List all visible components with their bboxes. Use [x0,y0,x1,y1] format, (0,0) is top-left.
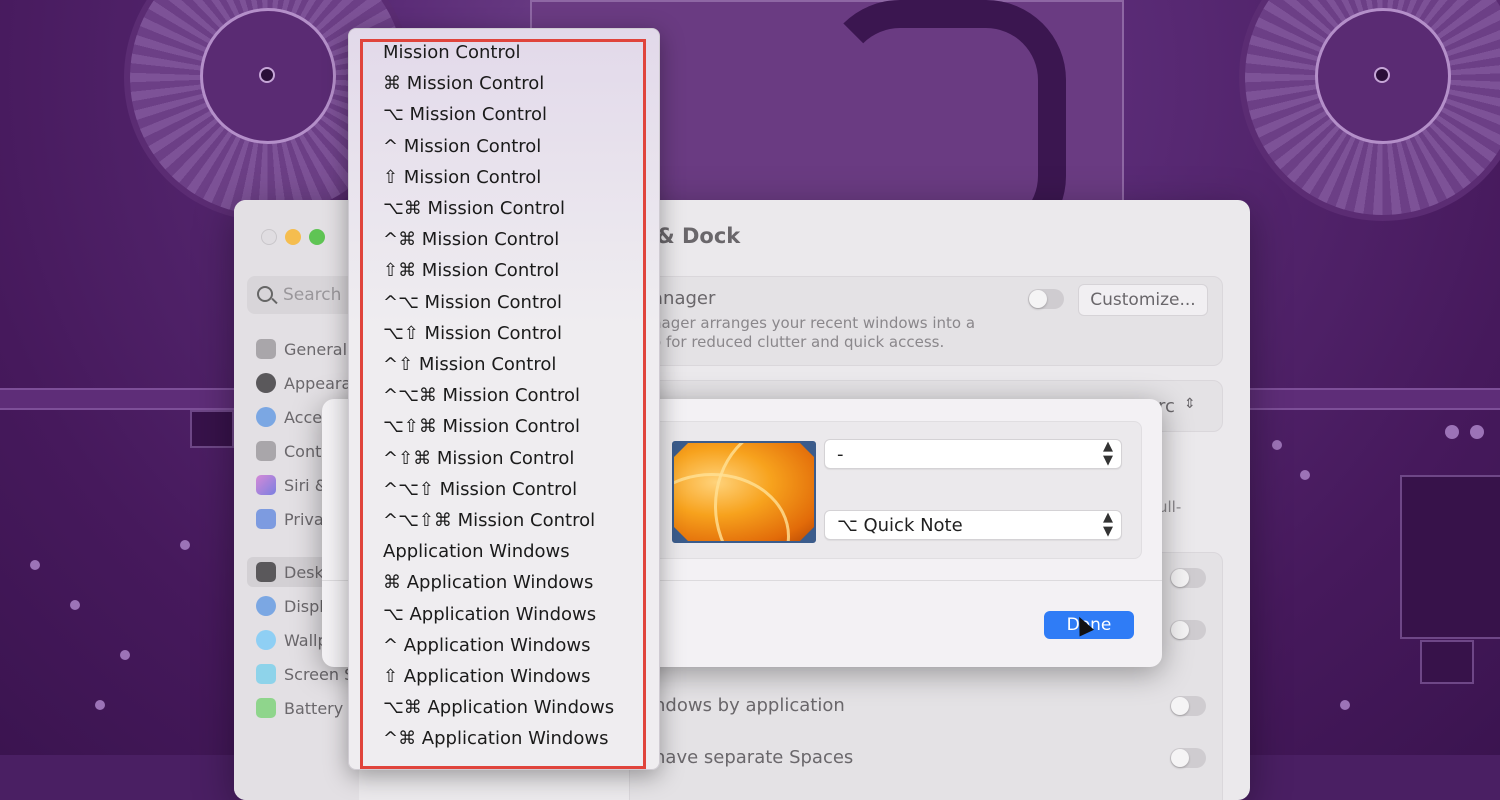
sidebar-item-label: Screen S [284,664,355,684]
stage-manager-description: o for reduced clutter and quick access. [652,333,945,351]
corner-marker-bottom-left [674,527,688,541]
sidebar-item-wallpaper[interactable]: Wallp [256,625,328,655]
sidebar-item-privacy[interactable]: Priva [256,504,324,534]
board-dot [70,600,80,610]
menu-item[interactable]: ⌥⌘ Mission Control [383,195,565,223]
menu-item[interactable]: ⌘ Mission Control [383,70,544,98]
board-dot [120,650,130,660]
stage-manager-description: nager arranges your recent windows into … [652,314,976,332]
menu-item[interactable]: ^⌥⌘ Mission Control [383,382,580,410]
menu-item[interactable]: ⌥⇧⌘ Mission Control [383,413,580,441]
control-centre-icon [256,441,276,461]
board-dot [95,700,105,710]
menu-item[interactable]: ⌥⌘ Application Windows [383,694,614,722]
group-windows-toggle[interactable] [1170,696,1206,716]
sidebar-item-label: Acce [284,407,323,427]
chip-graphic [1420,640,1474,684]
screen-saver-icon [256,664,276,684]
search-field[interactable]: Search [247,276,357,314]
board-dot [1272,440,1282,450]
siri-icon [256,475,276,495]
select-value: - [837,444,844,465]
menu-item[interactable]: Application Windows [383,538,570,566]
close-window-button[interactable] [261,229,277,245]
gear-icon [256,339,276,359]
menu-item[interactable]: ⌥⇧ Mission Control [383,320,562,348]
menu-item[interactable]: ^⌘ Mission Control [383,226,559,254]
menu-item[interactable]: ⌥ Application Windows [383,601,596,629]
sidebar-item-label: Priva [284,509,324,529]
battery-icon [256,698,276,718]
customize-button[interactable]: Customize... [1078,284,1208,316]
corner-marker-top-left [674,443,688,457]
hot-corner-action-menu: Mission Control ⌘ Mission Control ⌥ Missio… [348,28,660,770]
menu-item[interactable]: Mission Control [383,39,521,67]
menu-item[interactable]: ^ Mission Control [383,133,541,161]
group-windows-label: ndows by application [654,695,845,716]
menu-item[interactable]: ^⇧ Mission Control [383,351,556,379]
separate-spaces-label: have separate Spaces [654,747,854,768]
sidebar-item-label: Battery [284,698,344,718]
fan-center-left [259,67,275,83]
board-dot [1340,700,1350,710]
menu-item[interactable]: ⇧⌘ Mission Control [383,257,559,285]
menu-item[interactable]: ^⇧⌘ Mission Control [383,445,574,473]
sidebar-item-label: Displ [284,596,324,616]
board-dot [1470,425,1484,439]
sidebar-item-label: Cont [284,441,322,461]
sidebar-item-general[interactable]: General [256,334,347,364]
traffic-lights [261,229,325,245]
accessibility-icon [256,407,276,427]
display-icon [256,596,276,616]
sidebar-item-label: General [284,339,348,359]
setting-toggle[interactable] [1170,568,1206,588]
search-placeholder: Search [283,285,342,305]
separate-spaces-toggle[interactable] [1170,748,1206,768]
corner-marker-top-right [800,443,814,457]
maximize-window-button[interactable] [309,229,325,245]
board-dot [30,560,40,570]
top-right-corner-select[interactable]: - ▲ ▼ [824,439,1122,469]
board-dot [1300,470,1310,480]
menu-item[interactable]: ^ Application Windows [383,632,590,660]
board-dot [1445,425,1459,439]
menu-item[interactable]: ⌥ Mission Control [383,101,547,129]
wallpaper-icon [256,630,276,650]
chip-graphic [190,410,234,448]
setting-toggle[interactable] [1170,620,1206,640]
select-value: ⌥ Quick Note [837,515,963,536]
menu-item[interactable]: ^⌥⇧ Mission Control [383,476,577,504]
sidebar-item-displays[interactable]: Displ [256,591,324,621]
stage-manager-heading: anager [652,288,716,309]
board-dot [180,540,190,550]
menu-item[interactable]: ⇧ Mission Control [383,164,541,192]
sidebar-item-control-centre[interactable]: Cont [256,436,321,466]
menu-item[interactable]: ⇧ Application Windows [383,663,590,691]
menu-item[interactable]: ⌘ Application Windows [383,569,593,597]
chip-graphic [1400,475,1500,639]
stage-manager-toggle[interactable] [1028,289,1064,309]
sidebar-item-label: Desk [284,562,324,582]
minimize-window-button[interactable] [285,229,301,245]
menu-item[interactable]: ^⌥ Mission Control [383,289,562,317]
fan-center-right [1374,67,1390,83]
chevron-updown-icon: ▲ ▼ [1103,439,1113,468]
dock-icon [256,562,276,582]
sidebar-item-appearance[interactable]: Appeara [256,368,351,398]
menu-item[interactable]: ^⌥⇧⌘ Mission Control [383,507,595,535]
sidebar-item-label: Appeara [284,373,352,393]
appearance-icon [256,373,276,393]
chevron-updown-icon: ⇕ [1184,396,1196,412]
desktop-preview-thumbnail [672,441,816,543]
bottom-right-corner-select[interactable]: ⌥ Quick Note ▲ ▼ [824,510,1122,540]
sidebar-item-battery[interactable]: Battery [256,693,343,723]
menu-item[interactable]: ^⌘ Application Windows [383,725,608,753]
chevron-updown-icon: ▲ ▼ [1103,510,1113,539]
sidebar-item-label: Siri & [284,475,328,495]
search-icon [257,286,273,302]
sidebar-item-siri[interactable]: Siri & [256,470,327,500]
sidebar-item-accessibility[interactable]: Acce [256,402,322,432]
hand-icon [256,509,276,529]
corner-marker-bottom-right [800,527,814,541]
